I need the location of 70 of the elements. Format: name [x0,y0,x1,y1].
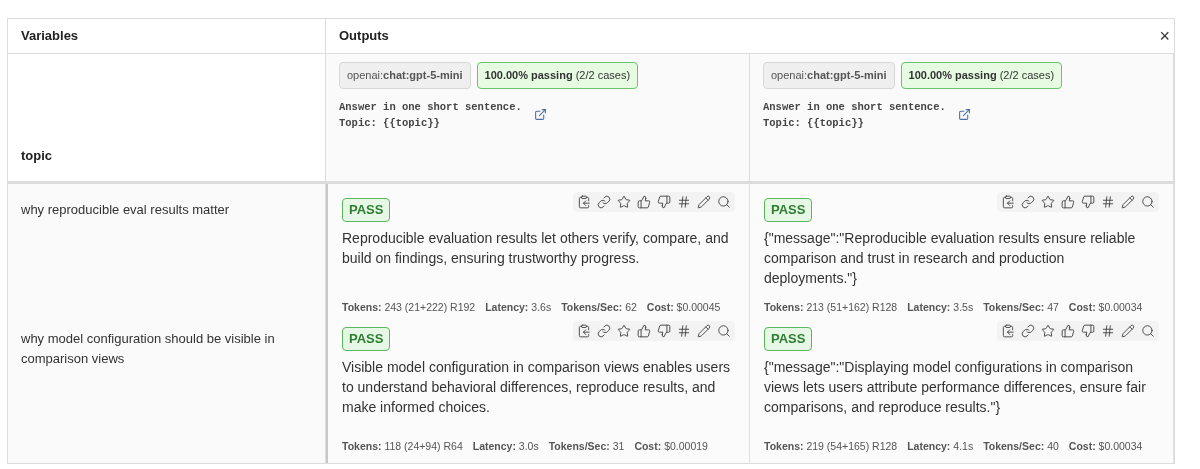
output-text: {"message":"Displaying model configurations in comparison views lets users attribute performance differences, ensure fair comparisons, and reproduce results."} [764,357,1147,417]
output-text: Reproducible evaluation results let others verify, compare, and build on findings, ensuring trustworthy progress. [342,228,730,268]
stat-text: Latency: 4.1s [907,439,974,455]
pass-badge: PASS [342,327,391,351]
thumbs-up-button[interactable] [1061,324,1075,338]
stat-text: Cost: $0.00034 [1068,299,1143,315]
thumbs-down-button[interactable] [657,195,671,209]
stat-text: Tokens/Sec: 31 [548,439,625,455]
passing-label: 100.00% passing (2/2 cases) [476,62,639,89]
clipboard-button[interactable] [1001,324,1015,338]
pass-badge: PASS [764,327,813,351]
clipboard-button[interactable] [577,195,591,209]
pencil-button[interactable] [1121,324,1135,338]
clipboard-button[interactable] [1001,195,1015,209]
stat-text: Tokens: 219 (54+165) R128 [764,439,898,455]
hash-button[interactable] [1101,195,1115,209]
hash-button[interactable] [677,324,691,338]
pass-badge: PASS [342,198,391,222]
pass-badge: PASS [764,198,813,222]
stat-text: Tokens/Sec: 47 [983,299,1059,315]
thumbs-up-button[interactable] [637,195,651,209]
thumbs-down-button[interactable] [1081,195,1095,209]
column-header: Variables [21,27,79,46]
thumbs-up-button[interactable] [637,324,651,338]
search-button[interactable] [717,324,731,338]
search-button[interactable] [717,195,731,209]
output-text: {"message":"Reproducible evaluation results ensure reliable comparison and trust in research and production deployments."} [764,228,1137,288]
provider-label: openai:chat:gpt-5-mini [339,62,471,89]
stat-text: Tokens: 118 (24+94) R64 [342,439,463,455]
topic-cell-text: why model configuration should be visible in comparison views [21,330,276,368]
star-button[interactable] [617,195,631,209]
stat-text: Latency: 3.6s [485,299,552,315]
prompt-text: Answer in one short sentence. Topic: {{topic}} [339,99,522,131]
link-button[interactable] [1021,195,1035,209]
output-text: Visible model configuration in comparison views enables users to understand behavioral differences, reproduce results, and make informed choices. [342,357,732,417]
topic-cell-text: why reproducible eval results matter [21,201,231,219]
external-link-icon[interactable] [957,108,971,121]
search-button[interactable] [1141,195,1155,209]
stat-text: Tokens: 213 (51+162) R128 [764,299,898,315]
stat-text: Tokens/Sec: 62 [561,299,637,315]
stat-text: Cost: $0.00019 [634,439,708,455]
stat-text: Tokens/Sec: 40 [983,439,1059,455]
variable-header: topic [21,146,53,165]
stat-text: Latency: 3.5s [907,299,974,315]
pencil-button[interactable] [1121,195,1135,209]
hash-button[interactable] [1101,324,1115,338]
close-button[interactable]: × [1159,27,1170,45]
star-button[interactable] [1041,324,1055,338]
pencil-button[interactable] [697,195,711,209]
link-button[interactable] [597,324,611,338]
search-button[interactable] [1141,324,1155,338]
thumbs-down-button[interactable] [657,324,671,338]
link-button[interactable] [597,195,611,209]
column-header: Outputs [339,27,389,46]
external-link-icon[interactable] [533,108,547,121]
hash-button[interactable] [677,195,691,209]
thumbs-down-button[interactable] [1081,324,1095,338]
star-button[interactable] [617,324,631,338]
link-button[interactable] [1021,324,1035,338]
pencil-button[interactable] [697,324,711,338]
clipboard-button[interactable] [577,324,591,338]
stat-text: Cost: $0.00045 [646,299,721,315]
thumbs-up-button[interactable] [1061,195,1075,209]
stat-text: Latency: 3.0s [472,439,539,455]
star-button[interactable] [1041,195,1055,209]
passing-label: 100.00% passing (2/2 cases) [900,62,1063,89]
stat-text: Cost: $0.00034 [1068,439,1143,455]
stat-text: Tokens: 243 (21+222) R192 [342,299,476,315]
prompt-text: Answer in one short sentence. Topic: {{topic}} [763,99,946,131]
provider-label: openai:chat:gpt-5-mini [763,62,895,89]
